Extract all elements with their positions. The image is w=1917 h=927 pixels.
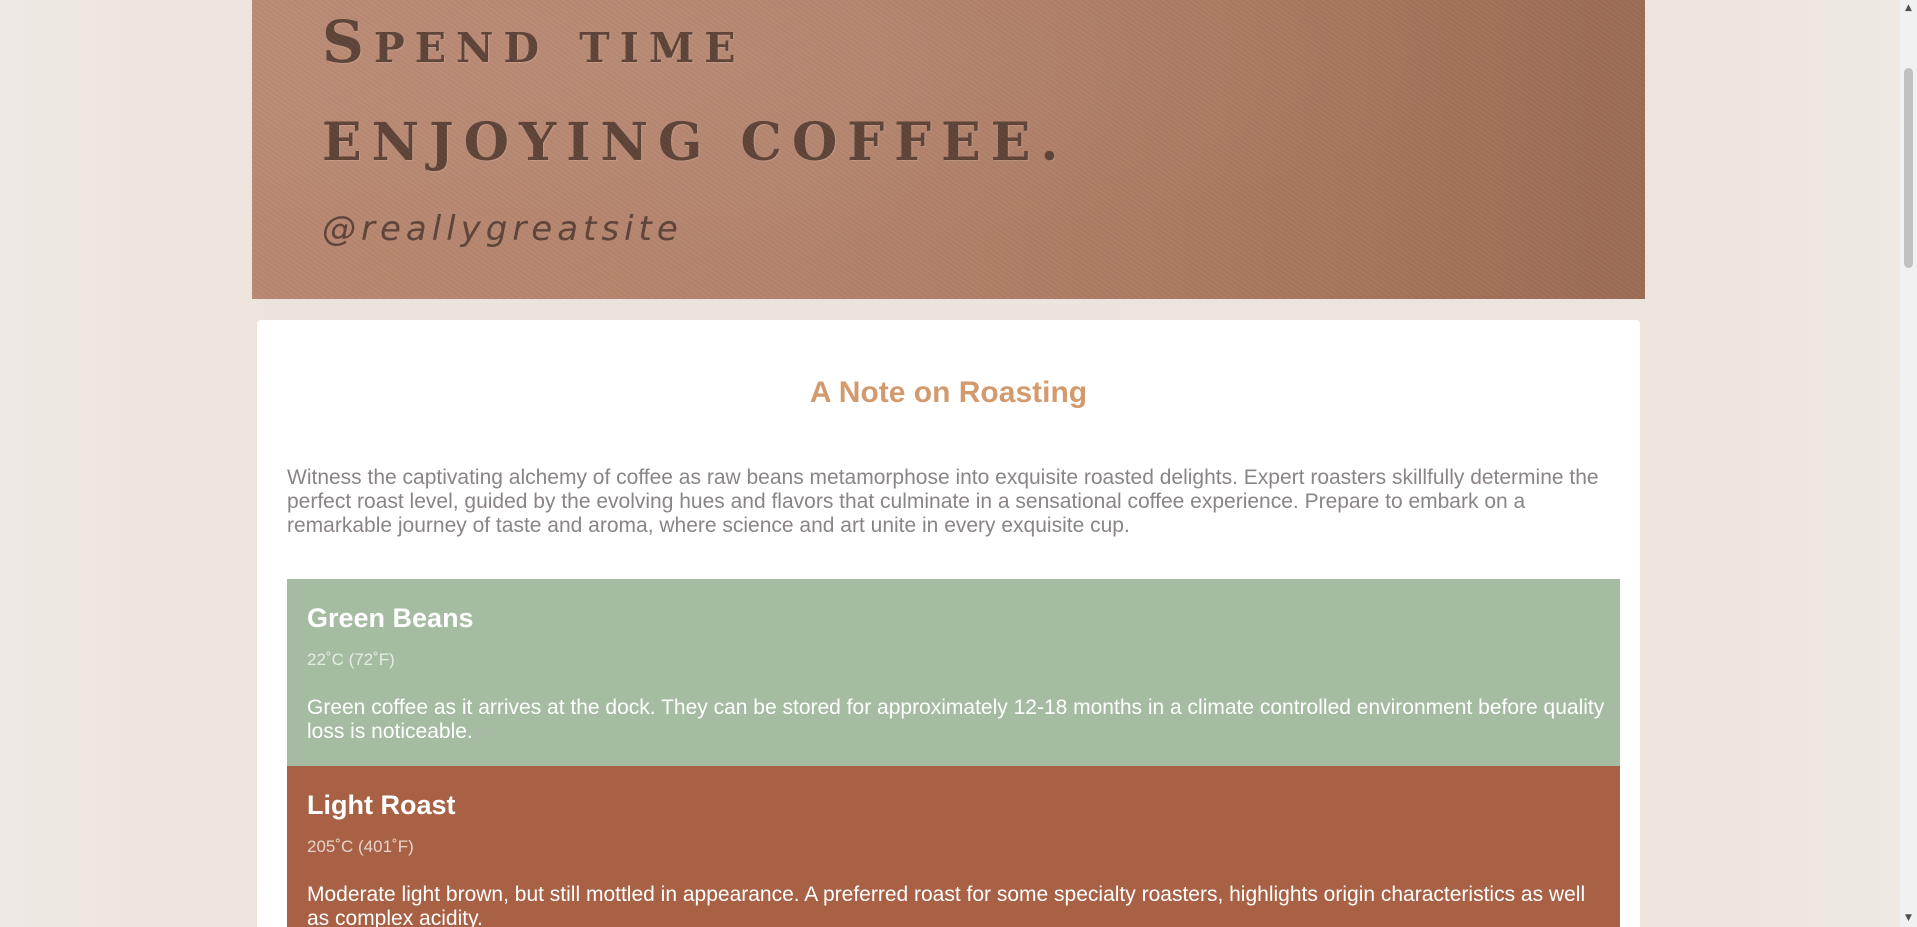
stage-description: Moderate light brown, but still mottled … — [307, 883, 1586, 927]
hero-social-handle: @reallygreatsite — [322, 209, 683, 249]
section-title: A Note on Roasting — [809, 376, 1088, 409]
triangle-up-icon[interactable]: ▲ — [1900, 0, 1917, 17]
page: Spend time enjoying coffee. @reallygreat… — [0, 0, 1917, 927]
stage-name: Light Roast — [307, 790, 456, 820]
hero-headline-line-1: Spend time — [322, 8, 746, 76]
hero-banner: Spend time enjoying coffee. @reallygreat… — [252, 0, 1645, 299]
roast-stage-light-roast: Light Roast 205˚C (401˚F) Moderate light… — [287, 766, 1620, 927]
stage-name: Green Beans — [307, 603, 474, 633]
stage-description: Green coffee as it arrives at the dock. … — [307, 696, 1605, 743]
roast-stage-green-beans: Green Beans 22˚C (72˚F) Green coffee as … — [287, 579, 1620, 766]
section-intro: Witness the captivating alchemy of coffe… — [287, 466, 1599, 537]
stage-temperature: 22˚C (72˚F) — [307, 650, 395, 669]
stage-temperature: 205˚C (401˚F) — [307, 837, 414, 856]
hero-headline-line-2: enjoying coffee. — [322, 112, 1069, 173]
vertical-scrollbar[interactable]: ▲ ▼ — [1900, 0, 1917, 927]
scrollbar-thumb[interactable] — [1904, 68, 1913, 268]
triangle-down-icon[interactable]: ▼ — [1900, 910, 1917, 927]
